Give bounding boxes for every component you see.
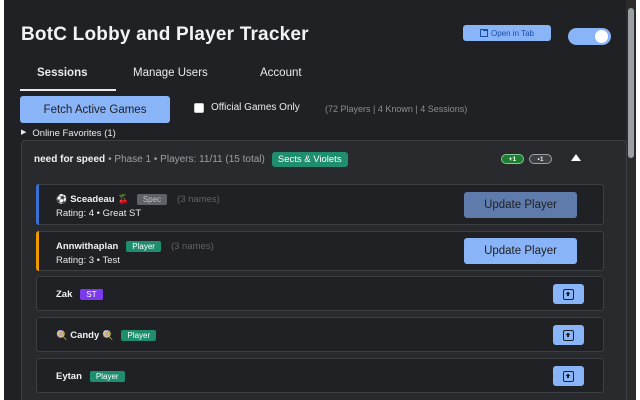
player-row: ⚽ Sceadeau 🍒 Spec (3 names) Rating: 4 • … — [36, 184, 604, 225]
session-counts: (72 Players | 4 Known | 4 Sessions) — [325, 104, 468, 114]
player-row: Zak ST — [36, 276, 604, 311]
player-name: Sceadeau — [70, 194, 115, 205]
player-name: Zak — [56, 289, 73, 300]
player-name: Eytan — [56, 371, 82, 382]
collapse-icon[interactable] — [571, 154, 581, 161]
extension-popup: BotC Lobby and Player Tracker Open in Ta… — [4, 0, 636, 400]
session-meta: • Phase 1 • Players: 11/11 (15 total) — [108, 154, 265, 165]
role-badge: Player — [121, 330, 157, 341]
name-count: (3 names) — [177, 194, 220, 205]
tab-account[interactable]: Account — [260, 67, 302, 79]
open-in-tab-button[interactable]: Open in Tab — [463, 25, 551, 41]
update-player-button[interactable]: Update Player — [464, 192, 577, 218]
player-name: Candy — [70, 330, 100, 341]
tab-bar: Sessions Manage Users Account — [20, 60, 620, 91]
external-link-icon — [480, 29, 488, 37]
online-favorites-label: Online Favorites (1) — [32, 128, 116, 139]
online-favorites-toggle[interactable]: ▶ Online Favorites (1) — [21, 128, 116, 139]
role-badge: Player — [126, 241, 161, 252]
theme-toggle[interactable] — [568, 28, 611, 45]
lollipop-icon: 🍭 — [56, 330, 68, 340]
session-card: need for speed • Phase 1 • Players: 11/1… — [21, 140, 627, 400]
toggle-knob — [595, 30, 608, 43]
player-row: 🍭 Candy 🍭 Player — [36, 317, 604, 352]
player-rating: Rating: 3 • Test — [56, 255, 120, 266]
official-games-filter[interactable]: Official Games Only — [194, 102, 300, 113]
scrollbar-thumb[interactable] — [628, 8, 634, 158]
player-accent-bar — [36, 231, 39, 271]
lollipop-icon: 🍭 — [102, 330, 114, 340]
disclosure-triangle-icon: ▶ — [21, 129, 27, 136]
add-player-button[interactable] — [553, 284, 584, 304]
cherry-icon: 🍒 — [117, 194, 129, 204]
tab-sessions[interactable]: Sessions — [37, 67, 88, 79]
open-in-tab-label: Open in Tab — [491, 28, 534, 38]
player-row: Eytan Player — [36, 358, 604, 393]
scrollbar[interactable] — [626, 0, 636, 400]
add-player-button[interactable] — [553, 325, 584, 345]
player-row: Annwithaplan Player (3 names) Rating: 3 … — [36, 231, 604, 271]
plus-square-icon — [563, 288, 574, 300]
role-badge: ST — [80, 289, 103, 300]
other-players-pill: •1 — [529, 154, 552, 164]
player-name: Annwithaplan — [56, 241, 119, 252]
role-badge: Player — [89, 371, 125, 382]
player-accent-bar — [36, 184, 39, 225]
tab-manage-users[interactable]: Manage Users — [133, 67, 208, 79]
session-name: need for speed — [34, 154, 106, 165]
script-badge: Sects & Violets — [271, 152, 348, 167]
update-player-button[interactable]: Update Player — [464, 238, 577, 264]
page-title: BotC Lobby and Player Tracker — [21, 24, 309, 45]
fetch-active-games-button[interactable]: Fetch Active Games — [20, 96, 170, 123]
add-player-button[interactable] — [553, 366, 584, 386]
known-players-pill: +1 — [501, 154, 524, 164]
session-header: need for speed • Phase 1 • Players: 11/1… — [34, 152, 348, 167]
name-count: (3 names) — [170, 241, 214, 252]
player-rating: Rating: 4 • Great ST — [56, 208, 142, 219]
official-games-checkbox[interactable] — [194, 102, 204, 113]
plus-square-icon — [563, 370, 574, 382]
role-badge: Spec — [136, 194, 168, 205]
active-tab-indicator — [20, 89, 116, 91]
plus-square-icon — [563, 329, 574, 341]
official-games-label: Official Games Only — [211, 102, 300, 113]
soccer-ball-icon: ⚽ — [56, 194, 68, 204]
